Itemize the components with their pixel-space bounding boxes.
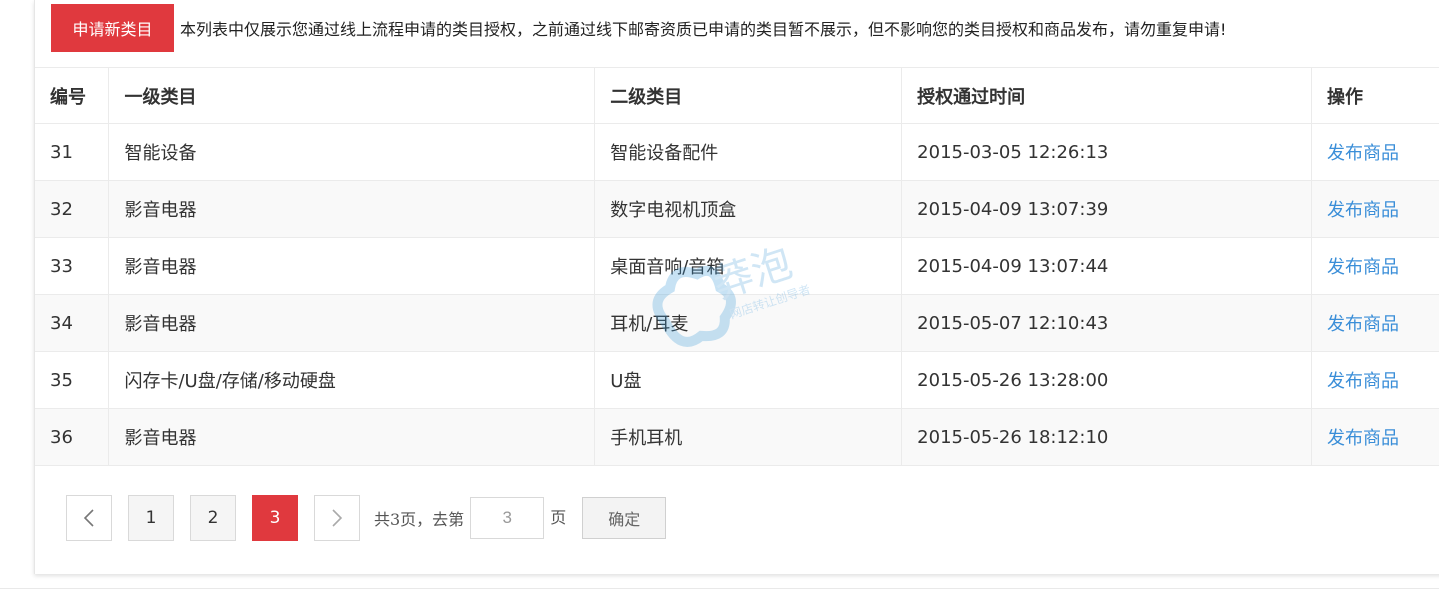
confirm-goto-button[interactable]: 确定	[582, 497, 667, 539]
apply-new-category-button[interactable]: 申请新类目	[51, 4, 174, 52]
cell-id: 32	[35, 180, 110, 238]
table-row: 31 智能设备 智能设备配件 2015-03-05 12:26:13 发布商品	[35, 123, 1439, 181]
publish-product-link[interactable]: 发布商品	[1327, 314, 1399, 335]
category-table: 编号 一级类目 二级类目 授权通过时间 操作 31 智能设备 智能设备配件 20…	[35, 67, 1439, 466]
pagination: 1 2 3 共3页，去第 页 确定	[66, 495, 667, 541]
cell-id: 31	[35, 123, 110, 181]
cell-action: 发布商品	[1311, 123, 1439, 181]
chevron-right-icon	[332, 509, 343, 527]
table-row: 34 影音电器 耳机/耳麦 2015-05-07 12:10:43 发布商品	[35, 294, 1439, 352]
table-row: 35 闪存卡/U盘/存储/移动硬盘 U盘 2015-05-26 13:28:00…	[35, 351, 1439, 409]
toolbar: 申请新类目 本列表中仅展示您通过线上流程申请的类目授权，之前通过线下邮寄资质已申…	[51, 4, 1226, 52]
cell-action: 发布商品	[1311, 180, 1439, 238]
cell-time: 2015-05-07 12:10:43	[901, 294, 1313, 352]
table-row: 36 影音电器 手机耳机 2015-05-26 18:12:10 发布商品	[35, 408, 1439, 466]
page-button-3[interactable]: 3	[252, 495, 298, 541]
cell-action: 发布商品	[1311, 237, 1439, 295]
table-header-row: 编号 一级类目 二级类目 授权通过时间 操作	[35, 67, 1439, 124]
cell-level2: 桌面音响/音箱	[594, 237, 903, 295]
header-id: 编号	[35, 67, 110, 124]
table-row: 32 影音电器 数字电视机顶盒 2015-04-09 13:07:39 发布商品	[35, 180, 1439, 238]
goto-page-input[interactable]	[470, 497, 545, 539]
next-page-button[interactable]	[314, 495, 360, 541]
publish-product-link[interactable]: 发布商品	[1327, 200, 1399, 221]
cell-level2: U盘	[594, 351, 903, 409]
publish-product-link[interactable]: 发布商品	[1327, 143, 1399, 164]
page-button-1[interactable]: 1	[128, 495, 174, 541]
page-button-2[interactable]: 2	[190, 495, 236, 541]
cell-level2: 数字电视机顶盒	[594, 180, 903, 238]
cell-level1: 闪存卡/U盘/存储/移动硬盘	[108, 351, 596, 409]
cell-id: 35	[35, 351, 110, 409]
header-level1: 一级类目	[108, 67, 596, 124]
cell-action: 发布商品	[1311, 294, 1439, 352]
header-approved-time: 授权通过时间	[901, 67, 1313, 124]
cell-action: 发布商品	[1311, 351, 1439, 409]
cell-id: 33	[35, 237, 110, 295]
chevron-left-icon	[83, 509, 94, 527]
cell-level1: 影音电器	[108, 237, 596, 295]
total-pages-text: 共3页，去第	[374, 510, 465, 529]
cell-time: 2015-05-26 18:12:10	[901, 408, 1313, 466]
cell-level1: 智能设备	[108, 123, 596, 181]
cell-id: 34	[35, 294, 110, 352]
table-row: 33 影音电器 桌面音响/音箱 2015-04-09 13:07:44 发布商品	[35, 237, 1439, 295]
page: 申请新类目 本列表中仅展示您通过线上流程申请的类目授权，之前通过线下邮寄资质已申…	[0, 0, 1439, 599]
page-unit-text: 页	[550, 508, 567, 527]
left-gutter	[0, 0, 30, 598]
publish-product-link[interactable]: 发布商品	[1327, 428, 1399, 449]
cell-id: 36	[35, 408, 110, 466]
publish-product-link[interactable]: 发布商品	[1327, 371, 1399, 392]
cell-action: 发布商品	[1311, 408, 1439, 466]
notice-text: 本列表中仅展示您通过线上流程申请的类目授权，之前通过线下邮寄资质已申请的类目暂不…	[180, 20, 1227, 39]
cell-level2: 智能设备配件	[594, 123, 903, 181]
cell-level1: 影音电器	[108, 294, 596, 352]
cell-time: 2015-03-05 12:26:13	[901, 123, 1313, 181]
cell-time: 2015-04-09 13:07:39	[901, 180, 1313, 238]
header-level2: 二级类目	[594, 67, 903, 124]
bottom-strip	[0, 588, 1439, 599]
cell-time: 2015-05-26 13:28:00	[901, 351, 1313, 409]
prev-page-button[interactable]	[66, 495, 112, 541]
publish-product-link[interactable]: 发布商品	[1327, 257, 1399, 278]
cell-level2: 手机耳机	[594, 408, 903, 466]
header-action: 操作	[1311, 67, 1439, 124]
cell-level1: 影音电器	[108, 408, 596, 466]
cell-level1: 影音电器	[108, 180, 596, 238]
cell-time: 2015-04-09 13:07:44	[901, 237, 1313, 295]
cell-level2: 耳机/耳麦	[594, 294, 903, 352]
